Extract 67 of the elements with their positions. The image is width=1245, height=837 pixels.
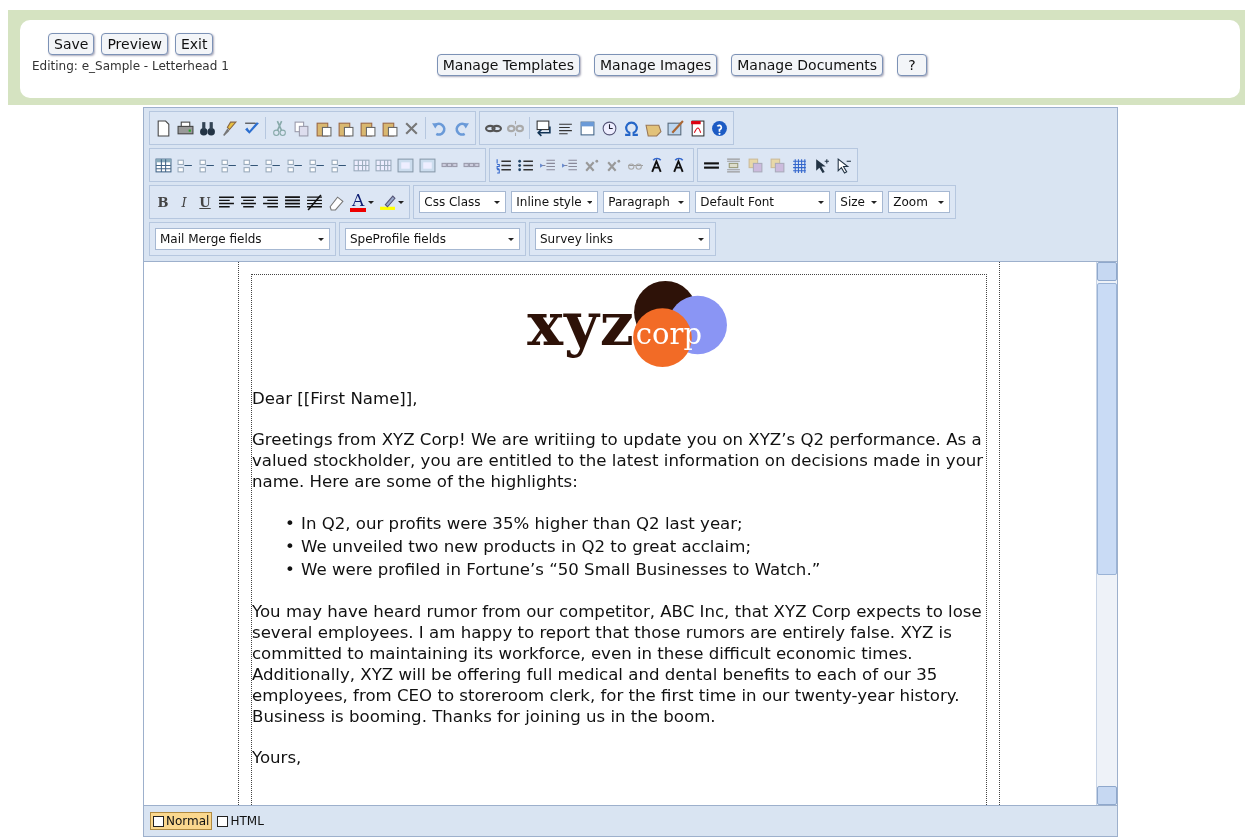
bullet-text: We were profiled in Fortune’s “50 Small Businesses to Watch.” [301,559,821,581]
field-dropdown[interactable]: Mail Merge fields [155,228,330,250]
caret-icon[interactable] [398,200,405,204]
format-button[interactable]: I [176,194,192,210]
style-dropdown[interactable]: Inline style [511,191,599,213]
binoculars-icon[interactable] [199,119,216,137]
highlighter-icon[interactable] [379,193,397,211]
caret-icon [818,200,825,204]
bullet-marker: • [285,536,293,558]
field-dropdown[interactable]: Survey links [535,228,710,250]
style-dropdown[interactable]: Paragraph [603,191,691,213]
clock-icon[interactable] [601,119,618,137]
grid-icon[interactable] [791,156,808,174]
manage-button[interactable]: Manage Documents [731,54,884,76]
line-break-icon[interactable] [535,119,552,137]
editing-label: Editing: e_Sample - Letterhead 1 [32,59,229,73]
printer-icon[interactable] [177,119,194,137]
cursor-minus-icon[interactable] [835,156,852,174]
cursor-plus-icon[interactable] [813,156,830,174]
paragraph: Greetings from XYZ Corp! We are writiing to update you on XYZ’s Q2 performance. As a valued stockholder, you are entitled to the latest information on decisions made in your name. Here are some of the highlights: [251,429,985,492]
justify-icon[interactable] [284,193,301,211]
bullet-marker: • [285,559,293,581]
bullet-marker: • [285,513,293,535]
caret-icon [871,200,878,204]
caret-icon [586,200,593,204]
copy-icon[interactable] [293,119,310,137]
help-icon[interactable] [711,119,728,137]
manage-button[interactable]: Manage Images [594,54,718,76]
style-dropdown[interactable]: Default Font [695,191,831,213]
image-edit-icon[interactable] [667,119,684,137]
header-button[interactable]: Exit [174,33,214,55]
pdf-icon[interactable] [689,119,706,137]
caret-icon [318,237,324,241]
style-dropdown[interactable]: Zoom [888,191,951,213]
caret-icon [494,200,501,204]
manage-button[interactable]: Manage Templates [436,54,581,76]
bullet-text: In Q2, our profits were 35% higher than Q2 last year; [301,513,743,535]
font-color-button[interactable]: A [350,192,367,212]
caret-icon [678,200,685,204]
style-dropdown[interactable]: Size [835,191,884,213]
bullet-text: We unveiled two new products in Q2 to great acclaim; [301,536,751,558]
eraser-icon[interactable] [328,193,345,211]
header-button[interactable]: Save [48,33,95,55]
mode-tab[interactable]: HTML [214,812,267,830]
spellcheck-icon[interactable] [243,119,260,137]
field-dropdown[interactable]: SpeProfile fields [345,228,520,250]
brush-icon[interactable] [221,119,238,137]
style-dropdown[interactable]: Css Class [419,191,507,213]
caret-icon [698,237,704,241]
caret-icon [938,200,945,204]
paragraph: You may have heard rumor from our competitor, ABC Inc, that XYZ Corp expects to lose several employees. I am happy to report that those rumors are entirely false. XYZ is committed to maintaining its workforce, even in these difficult economic times. Additionally, XYZ will be offering full medical and dental benefits to each of our 35 employees, from CEO to storeroom clerk, for the first time in our twenty-year history. Business is booming. Thanks for joining us in the boom. [251,601,983,727]
table-icon[interactable] [155,156,172,174]
clear-format-icon[interactable] [306,193,323,211]
mode-tab[interactable]: Normal [150,812,213,830]
calendar-icon[interactable] [579,119,596,137]
help-button[interactable]: ? [897,54,927,76]
omega-icon[interactable] [623,119,640,137]
header-button[interactable]: Preview [101,33,168,55]
salutation: Dear [[First Name]], [251,388,419,409]
numbered-list-icon[interactable] [495,156,512,174]
format-button[interactable]: U [197,194,213,210]
closing: Yours, [251,747,303,768]
scrollbar[interactable] [1096,262,1117,805]
caret-icon [508,237,514,241]
caret-icon[interactable] [368,200,375,204]
page-icon[interactable] [155,119,172,137]
format-button[interactable]: B [155,194,171,210]
